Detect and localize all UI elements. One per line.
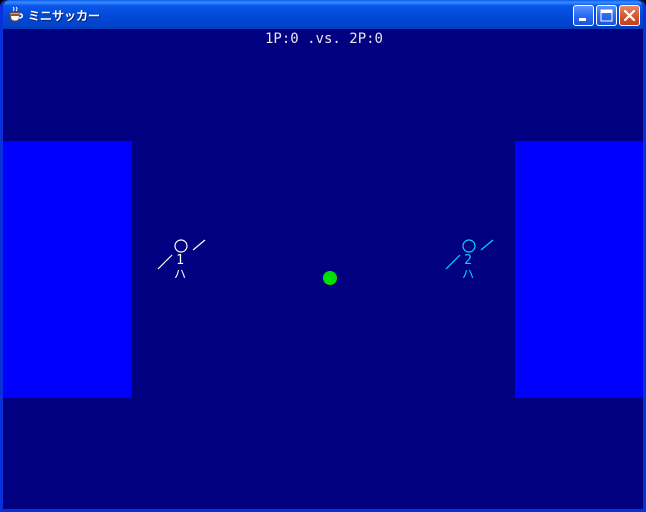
player-1-legs: ハ (173, 267, 186, 281)
player-1-number: 1 (176, 253, 184, 268)
player-2: 2 ハ (441, 233, 501, 283)
maximize-button[interactable] (596, 5, 617, 26)
score-text: 1P:0 .vs. 2P:0 (264, 31, 383, 47)
maximize-icon (600, 9, 613, 22)
ball (323, 271, 337, 285)
left-goal (3, 141, 132, 398)
close-button[interactable] (619, 5, 640, 26)
close-icon (623, 9, 636, 22)
coffee-cup-icon[interactable] (8, 6, 24, 22)
player-2-number: 2 (464, 253, 472, 268)
minimize-icon (579, 18, 586, 21)
right-goal (515, 141, 643, 398)
player-2-legs: ハ (461, 267, 474, 281)
window-title: ミニサッカー (28, 9, 101, 23)
scoreboard: 1P:0 .vs. 2P:0 (3, 31, 643, 47)
game-field[interactable]: 1P:0 .vs. 2P:0 1 ハ 2 ハ (3, 29, 643, 509)
minimize-button[interactable] (573, 5, 594, 26)
title-bar[interactable]: ミニサッカー (3, 0, 643, 29)
app-window: ミニサッカー 1P:0 .vs. 2P:0 1 ハ 2 ハ (0, 0, 646, 512)
player-1: 1 ハ (153, 233, 213, 283)
